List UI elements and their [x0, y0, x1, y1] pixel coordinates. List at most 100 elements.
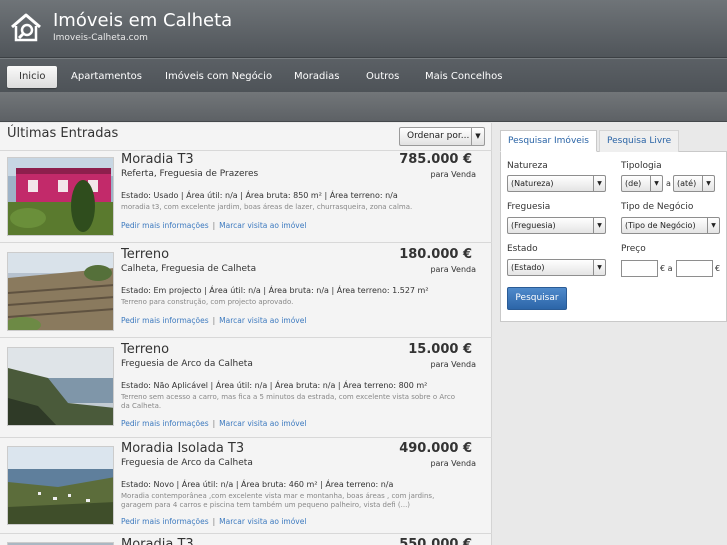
listing-photo[interactable]: [7, 157, 114, 236]
listing-price: 490.000 €: [399, 441, 472, 456]
listings-panel: Últimas Entradas Ordenar por... ▼ Moradi…: [0, 123, 492, 545]
tipologia-to-select[interactable]: (até) ▼: [673, 175, 715, 192]
tipologia-from-value: (de): [625, 179, 642, 188]
price-min-unit: € a: [660, 264, 673, 273]
tipologia-to-value: (até): [677, 179, 697, 188]
request-info-link[interactable]: Pedir mais informações: [121, 316, 209, 325]
chevron-down-icon: ▼: [471, 128, 484, 145]
sort-select[interactable]: Ordenar por... ▼: [399, 127, 485, 146]
listing-title[interactable]: Moradia T3: [121, 537, 194, 545]
nav-item-apartamentos[interactable]: Apartamentos: [71, 66, 142, 88]
request-info-link[interactable]: Pedir mais informações: [121, 221, 209, 230]
listing-deal-type: para Venda: [430, 170, 476, 179]
price-max-input[interactable]: [676, 260, 713, 277]
divider: [0, 533, 492, 534]
schedule-visit-link[interactable]: Marcar visita ao imóvel: [219, 221, 306, 230]
search-tabs: Pesquisar Imóveis Pesquisa Livre: [500, 128, 727, 152]
site-subtitle: Imoveis-Calheta.com: [53, 33, 148, 43]
house-search-icon[interactable]: [9, 12, 43, 44]
listing-links: Pedir mais informações | Marcar visita ao …: [121, 316, 307, 325]
estado-value: (Estado): [511, 263, 545, 272]
listing-photo[interactable]: [7, 446, 114, 525]
search-panel: Pesquisar Imóveis Pesquisa Livre Naturez…: [500, 128, 727, 322]
listing-title[interactable]: Terreno: [121, 342, 169, 357]
chevron-down-icon: ▼: [593, 260, 605, 275]
listing-item: Terreno Calheta, Freguesia de Calheta 18…: [0, 246, 492, 341]
chevron-down-icon: ▼: [593, 218, 605, 233]
listing-location: Calheta, Freguesia de Calheta: [121, 264, 257, 274]
listing-deal-type: para Venda: [430, 265, 476, 274]
tipologia-from-select[interactable]: (de) ▼: [621, 175, 663, 192]
nav-item-moradias[interactable]: Moradias: [294, 66, 339, 88]
listing-price: 180.000 €: [399, 247, 472, 262]
nav-item-imoveis-negocio[interactable]: Imóveis com Negócio: [165, 66, 272, 88]
site-header: Imóveis em Calheta Imoveis-Calheta.com: [0, 0, 727, 58]
tipo-negocio-select[interactable]: (Tipo de Negócio) ▼: [621, 217, 720, 234]
listing-links: Pedir mais informações | Marcar visita ao …: [121, 419, 307, 428]
request-info-link[interactable]: Pedir mais informações: [121, 517, 209, 526]
listing-photo[interactable]: [7, 347, 114, 426]
listing-description: moradia t3, com excelente jardim, boas á…: [121, 203, 413, 211]
schedule-visit-link[interactable]: Marcar visita ao imóvel: [219, 517, 306, 526]
listing-item: Moradia Isolada T3 Freguesia de Arco da …: [0, 440, 492, 535]
chevron-down-icon: ▼: [650, 176, 662, 191]
natureza-value: (Natureza): [511, 179, 554, 188]
nav-item-mais-concelhos[interactable]: Mais Concelhos: [425, 66, 502, 88]
listing-location: Referta, Freguesia de Prazeres: [121, 169, 259, 179]
price-max-unit: €: [715, 264, 721, 273]
divider: [0, 337, 492, 338]
listing-title[interactable]: Moradia Isolada T3: [121, 441, 244, 456]
chevron-down-icon: ▼: [707, 218, 719, 233]
listing-deal-type: para Venda: [430, 360, 476, 369]
listing-description: Terreno para construção, com projecto ap…: [121, 298, 294, 306]
freguesia-label: Freguesia: [507, 202, 551, 212]
estado-select[interactable]: (Estado) ▼: [507, 259, 606, 276]
listing-photo[interactable]: [7, 252, 114, 331]
listing-description: Terreno sem acesso a carro, mas fica a 5…: [121, 393, 455, 410]
listing-item: Moradia T3 550.000 €: [0, 536, 492, 545]
chevron-down-icon: ▼: [702, 176, 714, 191]
sub-bar: [0, 92, 727, 122]
listing-details: Estado: Não Aplicável | Área útil: n/a |…: [121, 381, 428, 390]
natureza-label: Natureza: [507, 161, 548, 171]
listing-title[interactable]: Moradia T3: [121, 152, 194, 167]
price-min-input[interactable]: [621, 260, 658, 277]
nav-item-outros[interactable]: Outros: [366, 66, 399, 88]
tipologia-label: Tipologia: [621, 161, 662, 171]
listing-description: Moradia contemporânea ,com excelente vis…: [121, 492, 435, 509]
site-title[interactable]: Imóveis em Calheta: [53, 10, 232, 31]
divider: [0, 242, 492, 243]
search-button[interactable]: Pesquisar: [507, 287, 567, 310]
listing-location: Freguesia de Arco da Calheta: [121, 359, 253, 369]
section-title: Últimas Entradas: [7, 126, 119, 141]
tipo-negocio-label: Tipo de Negócio: [621, 202, 694, 212]
listing-title[interactable]: Terreno: [121, 247, 169, 262]
divider: [0, 437, 492, 438]
listing-price: 550.000 €: [399, 537, 472, 545]
listing-details: Estado: Usado | Área útil: n/a | Área br…: [121, 191, 398, 200]
listing-details: Estado: Em projecto | Área útil: n/a | Á…: [121, 286, 429, 295]
schedule-visit-link[interactable]: Marcar visita ao imóvel: [219, 316, 306, 325]
request-info-link[interactable]: Pedir mais informações: [121, 419, 209, 428]
freguesia-value: (Freguesia): [511, 221, 556, 230]
listing-location: Freguesia de Arco da Calheta: [121, 458, 253, 468]
listing-item: Terreno Freguesia de Arco da Calheta 15.…: [0, 341, 492, 436]
nav-item-inicio[interactable]: Inicio: [7, 66, 58, 88]
schedule-visit-link[interactable]: Marcar visita ao imóvel: [219, 419, 306, 428]
tipologia-separator: a: [666, 179, 671, 188]
tab-pesquisar-imoveis[interactable]: Pesquisar Imóveis: [500, 130, 597, 152]
search-form: Natureza (Natureza) ▼ Tipologia (de) ▼ a…: [500, 152, 727, 322]
listing-links: Pedir mais informações | Marcar visita ao …: [121, 221, 307, 230]
tipo-negocio-value: (Tipo de Negócio): [625, 221, 696, 230]
natureza-select[interactable]: (Natureza) ▼: [507, 175, 606, 192]
listing-deal-type: para Venda: [430, 459, 476, 468]
listing-details: Estado: Novo | Área útil: n/a | Área bru…: [121, 480, 394, 489]
listing-links: Pedir mais informações | Marcar visita ao …: [121, 517, 307, 526]
preco-label: Preço: [621, 244, 646, 254]
chevron-down-icon: ▼: [593, 176, 605, 191]
listing-price: 785.000 €: [399, 152, 472, 167]
tab-pesquisa-livre[interactable]: Pesquisa Livre: [599, 130, 680, 152]
freguesia-select[interactable]: (Freguesia) ▼: [507, 217, 606, 234]
estado-label: Estado: [507, 244, 538, 254]
main-nav: Inicio Apartamentos Imóveis com Negócio …: [0, 58, 727, 92]
